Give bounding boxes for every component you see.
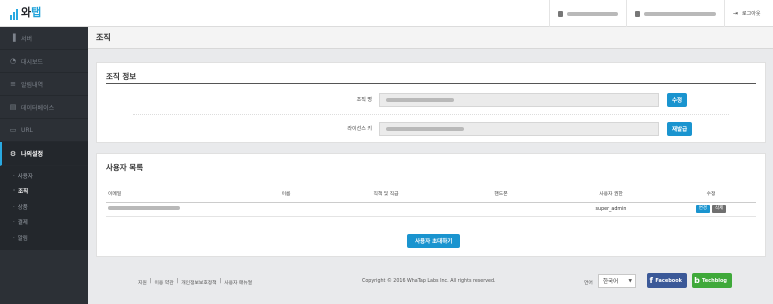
- sidebar-item-label: 나의설정: [21, 151, 44, 158]
- settings-submenu: 사용자 조직 상품 결제 알림: [0, 166, 88, 250]
- techblog-label: Techblog: [702, 277, 727, 284]
- top-user-account[interactable]: [626, 0, 724, 27]
- sidebar-item-my-settings[interactable]: ⚙ 나의설정: [0, 142, 88, 166]
- change-user-button[interactable]: 변경: [695, 205, 710, 213]
- facebook-icon: f: [649, 276, 653, 285]
- blurred-user-email: [644, 11, 716, 16]
- column-header-email: 이메일: [106, 186, 246, 203]
- page-title: 조직: [88, 27, 773, 49]
- license-key-input[interactable]: [379, 122, 659, 136]
- blurred-license-key: [386, 127, 464, 131]
- panel-divider: [106, 83, 756, 84]
- logout-button[interactable]: ⇥ 로그아웃: [724, 0, 773, 27]
- org-name-row: 조직 명 수정: [97, 91, 767, 109]
- logout-icon: ⇥: [733, 10, 739, 17]
- language-label: 언어: [584, 281, 593, 286]
- gear-icon: ⚙: [9, 149, 17, 158]
- footer-separator: |: [176, 279, 179, 284]
- list-icon: ≡: [10, 80, 16, 88]
- sidebar-item-label: 알림내역: [21, 81, 44, 89]
- column-header-name: 이름: [246, 186, 326, 203]
- sidebar-item-label: URL: [21, 126, 33, 134]
- user-position-cell: [326, 202, 446, 217]
- sidebar-item-database[interactable]: ▤ 데이터베이스: [0, 96, 88, 119]
- user-email-cell: [106, 202, 246, 217]
- license-key-label: 라이선스 키: [347, 126, 372, 132]
- user-actions-cell: 변경 삭제: [666, 202, 756, 217]
- main-content: 조직 조직 정보 조직 명 수정 라이선스 키 재발급 사용자 목록 이메일 이…: [88, 27, 773, 304]
- footer-link-terms[interactable]: 이용 약관: [154, 279, 173, 286]
- invite-user-button[interactable]: 사용자 초대하기: [407, 234, 461, 248]
- submenu-item-products[interactable]: 상품: [0, 199, 88, 215]
- user-icon: [635, 10, 640, 17]
- copyright-text: Copyright © 2016 WhaTap Labs Inc. All ri…: [362, 279, 496, 284]
- sidebar-item-label: 서버: [21, 35, 33, 43]
- techblog-button[interactable]: b Techblog: [692, 273, 732, 288]
- blurred-org-name: [386, 98, 454, 102]
- footer-separator: |: [149, 279, 152, 284]
- logo-text: 와탭: [21, 6, 42, 19]
- sidebar-item-alerts[interactable]: ≡ 알림내역: [0, 73, 88, 96]
- techblog-icon: b: [694, 276, 700, 285]
- blurred-user-email: [108, 206, 180, 210]
- table-row: super_admin 변경 삭제: [106, 202, 756, 217]
- org-name-input[interactable]: [379, 93, 659, 107]
- org-info-panel: 조직 정보 조직 명 수정 라이선스 키 재발급: [96, 62, 766, 143]
- top-bar: 와탭 ⇥ 로그아웃: [0, 0, 773, 27]
- column-header-phone: 핸드폰: [446, 186, 556, 203]
- sidebar-item-label: 대시보드: [21, 58, 44, 66]
- table-header-row: 이메일 이름 직책 및 직급 핸드폰 사용자 권한 수정: [106, 186, 756, 203]
- facebook-button[interactable]: f Facebook: [647, 273, 687, 288]
- logo-bars-icon: [10, 9, 18, 20]
- sidebar-item-server[interactable]: ▐ 서버: [0, 27, 88, 50]
- org-name-label: 조직 명: [356, 97, 372, 103]
- whatap-logo[interactable]: 와탭: [10, 6, 41, 20]
- top-project-selector[interactable]: [549, 0, 626, 27]
- delete-user-button[interactable]: 삭제: [712, 205, 727, 213]
- footer-link-privacy[interactable]: 개인정보보호정책: [181, 279, 216, 286]
- user-list-title: 사용자 목록: [106, 163, 144, 172]
- column-header-position: 직책 및 직급: [326, 186, 446, 203]
- footer-links: 지원 | 이용 약관 | 개인정보보호정책 | 사용자 매뉴얼: [138, 279, 252, 286]
- submenu-item-organization[interactable]: 조직: [0, 184, 88, 200]
- sidebar-item-label: 데이터베이스: [21, 104, 55, 112]
- footer-link-support[interactable]: 지원: [138, 279, 147, 286]
- sidebar: ▐ 서버 ◔ 대시보드 ≡ 알림내역 ▤ 데이터베이스 ▭ URL ⚙ 나의설정…: [0, 27, 88, 304]
- user-role-cell: super_admin: [556, 202, 666, 217]
- user-table: 이메일 이름 직책 및 직급 핸드폰 사용자 권한 수정 super_admin: [106, 186, 756, 217]
- user-name-cell: [246, 202, 326, 217]
- bar-chart-icon: ▐: [10, 34, 16, 42]
- user-list-panel: 사용자 목록 이메일 이름 직책 및 직급 핸드폰 사용자 권한 수정 supe…: [96, 153, 766, 257]
- row-divider: [133, 114, 729, 115]
- footer-link-manual[interactable]: 사용자 매뉴얼: [224, 279, 252, 286]
- column-header-role: 사용자 권한: [556, 186, 666, 203]
- edit-org-name-button[interactable]: 수정: [667, 93, 688, 107]
- language-value: 한국어: [603, 279, 619, 285]
- footer: 지원 | 이용 약관 | 개인정보보호정책 | 사용자 매뉴얼 Copyrigh…: [88, 271, 773, 293]
- url-icon: ▭: [9, 126, 17, 134]
- database-icon: ▤: [9, 103, 17, 111]
- project-icon: [558, 10, 563, 17]
- blurred-project-name: [566, 11, 618, 16]
- user-phone-cell: [446, 202, 556, 217]
- submenu-item-users[interactable]: 사용자: [0, 168, 88, 184]
- submenu-item-notifications[interactable]: 알림: [0, 230, 88, 246]
- logout-label: 로그아웃: [742, 11, 761, 17]
- reissue-license-button[interactable]: 재발급: [667, 122, 693, 136]
- license-key-row: 라이선스 키 재발급: [97, 120, 767, 138]
- language-select[interactable]: 한국어 ▼: [598, 274, 636, 288]
- chevron-down-icon: ▼: [628, 279, 632, 284]
- column-header-edit: 수정: [666, 186, 756, 203]
- facebook-label: Facebook: [655, 277, 682, 284]
- submenu-item-billing[interactable]: 결제: [0, 215, 88, 231]
- footer-separator: |: [219, 279, 222, 284]
- org-info-title: 조직 정보: [106, 72, 137, 81]
- sidebar-item-url[interactable]: ▭ URL: [0, 119, 88, 142]
- dashboard-icon: ◔: [9, 57, 17, 65]
- sidebar-item-dashboard[interactable]: ◔ 대시보드: [0, 50, 88, 73]
